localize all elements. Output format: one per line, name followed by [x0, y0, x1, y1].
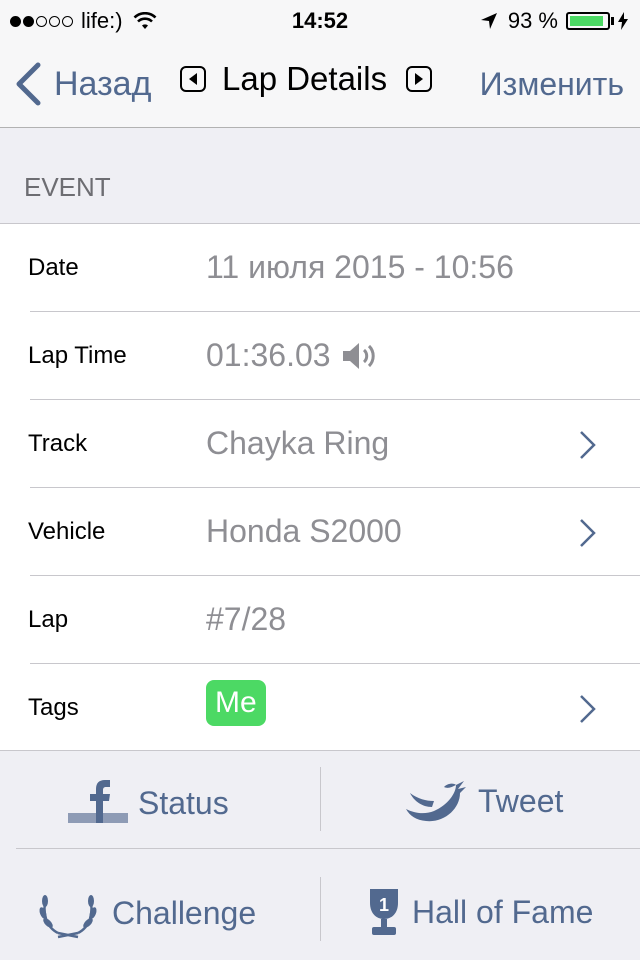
tweet-label: Tweet: [478, 782, 564, 819]
laurel-wreath-icon: [39, 895, 97, 939]
next-lap-button[interactable]: [406, 66, 432, 92]
row-value: 11 июля 2015 - 10:56: [206, 249, 514, 285]
row-label: Lap: [28, 606, 69, 633]
back-button[interactable]: Назад: [14, 62, 151, 106]
row-tags[interactable]: Tags Me: [0, 664, 640, 752]
previous-lap-button[interactable]: [180, 66, 206, 92]
row-label: Track: [28, 430, 88, 457]
tag-badge: Me: [206, 680, 266, 726]
button-divider: [320, 767, 321, 831]
row-value: Honda S2000: [206, 513, 402, 549]
chevron-left-icon: [16, 62, 41, 106]
edit-button[interactable]: Изменить: [480, 66, 624, 103]
row-vehicle[interactable]: Vehicle Honda S2000: [0, 488, 640, 576]
status-bar: life:) 14:52 93 %: [0, 0, 640, 40]
triangle-left-icon: [189, 73, 197, 85]
hall-of-fame-label: Hall of Fame: [412, 893, 594, 930]
page-title: Lap Details: [222, 60, 390, 98]
chevron-right-icon: [580, 695, 596, 723]
hall-of-fame-button[interactable]: 1 Hall of Fame: [364, 887, 593, 937]
row-value: Me: [206, 680, 266, 726]
facebook-status-button[interactable]: Status: [68, 779, 229, 827]
challenge-button[interactable]: Challenge: [38, 887, 256, 939]
chevron-right-icon: [580, 431, 596, 459]
page-title-text: Lap Details: [222, 60, 388, 97]
status-right: 93 %: [480, 8, 628, 34]
row-date: Date 11 июля 2015 - 10:56: [0, 224, 640, 312]
row-label: Date: [28, 254, 79, 281]
battery-icon: [566, 12, 610, 30]
speaker-icon[interactable]: [341, 340, 379, 372]
challenge-label: Challenge: [112, 894, 257, 931]
lap-time-value: 01:36.03: [206, 337, 331, 373]
action-panel: Status Tweet Challenge 1 Hall of Fame: [0, 751, 640, 960]
title-navigator: Lap Details: [180, 60, 432, 98]
section-header: EVENT: [24, 172, 111, 202]
back-label: Назад: [54, 64, 152, 103]
row-value: 01:36.03: [206, 337, 379, 374]
charging-bolt-icon: [618, 12, 628, 30]
location-arrow-icon: [480, 13, 497, 29]
row-label: Lap Time: [28, 342, 127, 369]
battery-fill: [570, 16, 603, 26]
button-divider: [320, 877, 321, 941]
row-label: Tags: [28, 694, 79, 721]
status-label: Status: [138, 784, 229, 821]
row-value: #7/28: [206, 601, 287, 637]
facebook-icon: [68, 780, 128, 823]
svg-text:1: 1: [379, 895, 389, 915]
twitter-bird-icon: [406, 781, 466, 822]
battery-tip: [611, 17, 614, 25]
event-table: Date 11 июля 2015 - 10:56 Lap Time 01:36…: [0, 223, 640, 751]
chevron-right-icon: [580, 519, 596, 547]
triangle-right-icon: [415, 73, 423, 85]
row-lap: Lap #7/28: [0, 576, 640, 664]
row-divider: [16, 848, 640, 849]
tweet-button[interactable]: Tweet: [404, 779, 563, 823]
navigation-bar: Назад Lap Details Изменить: [0, 40, 640, 128]
row-lap-time: Lap Time 01:36.03: [0, 312, 640, 400]
row-track[interactable]: Track Chayka Ring: [0, 400, 640, 488]
battery-percent: 93 %: [507, 8, 558, 33]
row-label: Vehicle: [28, 518, 106, 545]
row-value: Chayka Ring: [206, 425, 390, 461]
trophy-icon: 1: [370, 889, 398, 935]
